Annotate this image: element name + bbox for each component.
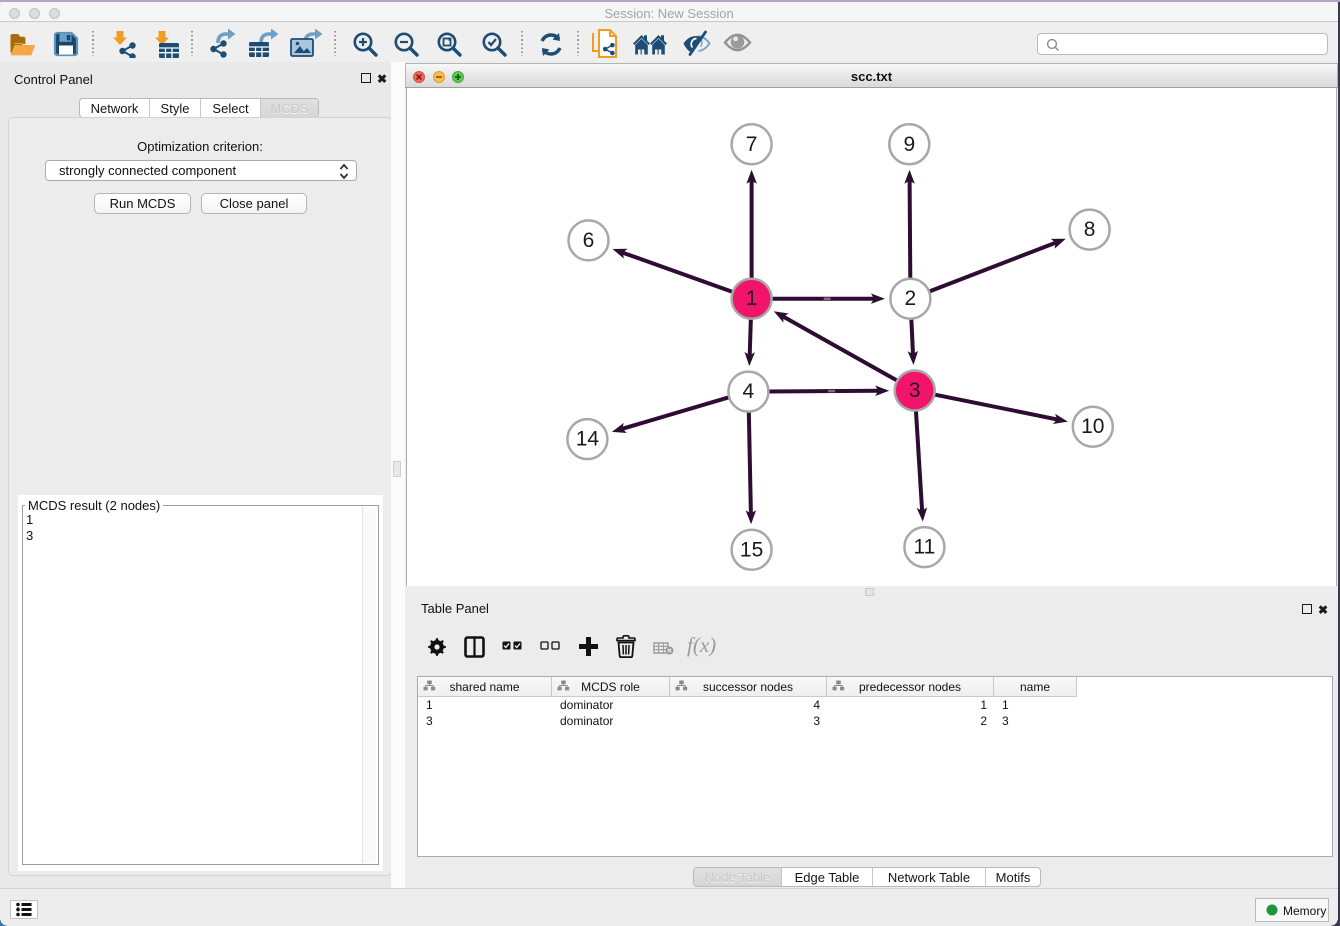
svg-text:6: 6 [583,229,595,252]
svg-text:7: 7 [746,133,758,156]
svg-text:4: 4 [743,380,755,403]
svg-text:9: 9 [903,133,915,156]
svg-text:1: 1 [746,287,758,310]
svg-text:15: 15 [740,538,763,561]
svg-text:11: 11 [913,536,935,559]
svg-text:14: 14 [576,428,600,451]
svg-text:8: 8 [1084,218,1096,241]
svg-text:10: 10 [1081,415,1104,438]
svg-text:2: 2 [905,287,917,310]
svg-text:3: 3 [909,379,921,402]
